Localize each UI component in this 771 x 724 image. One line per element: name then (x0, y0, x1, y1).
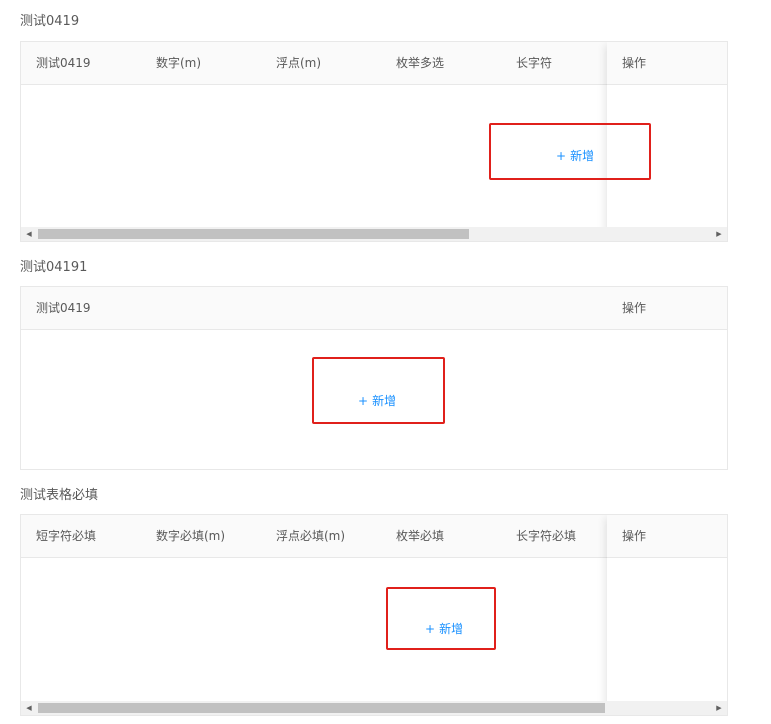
section-title: 测试表格必填 (20, 488, 99, 503)
highlight-box (489, 123, 651, 180)
action-column-header: 操作 (607, 42, 727, 85)
action-column-header: 操作 (607, 515, 727, 558)
column-header-action: 操作 (622, 529, 647, 543)
section-title: 测试04191 (20, 260, 88, 275)
highlight-box (312, 357, 445, 424)
column-header: 长字符必填 (516, 529, 577, 543)
column-header: 测试0419 (36, 56, 91, 70)
column-header: 数字(m) (156, 56, 202, 70)
scroll-left-arrow-icon[interactable]: ◀ (22, 227, 36, 241)
column-header: 浮点必填(m) (276, 529, 346, 543)
scroll-right-arrow-icon[interactable]: ▶ (712, 227, 726, 241)
column-header: 枚举多选 (396, 56, 445, 70)
scroll-right-arrow-icon[interactable]: ▶ (712, 701, 726, 715)
column-header: 浮点(m) (276, 56, 322, 70)
table-header: 测试0419 操作 (21, 287, 727, 330)
highlight-box (386, 587, 496, 650)
column-header-action: 操作 (622, 56, 647, 70)
scroll-left-arrow-icon[interactable]: ◀ (22, 701, 36, 715)
scrollbar-thumb[interactable] (38, 229, 469, 239)
data-table: 短字符必填 数字必填(m) 浮点必填(m) 枚举必填 长字符必填 操作 + 新增 … (20, 514, 728, 716)
column-header: 枚举必填 (396, 529, 445, 543)
horizontal-scrollbar[interactable]: ◀ ▶ (21, 227, 727, 241)
action-column: 操作 (607, 515, 727, 715)
horizontal-scrollbar[interactable]: ◀ ▶ (21, 701, 727, 715)
column-header-action: 操作 (622, 301, 647, 315)
section-title: 测试0419 (20, 14, 80, 29)
column-header: 短字符必填 (36, 529, 97, 543)
column-header: 长字符 (516, 56, 553, 70)
scrollbar-thumb[interactable] (38, 703, 605, 713)
column-header: 测试0419 (36, 301, 91, 315)
column-header: 数字必填(m) (156, 529, 226, 543)
